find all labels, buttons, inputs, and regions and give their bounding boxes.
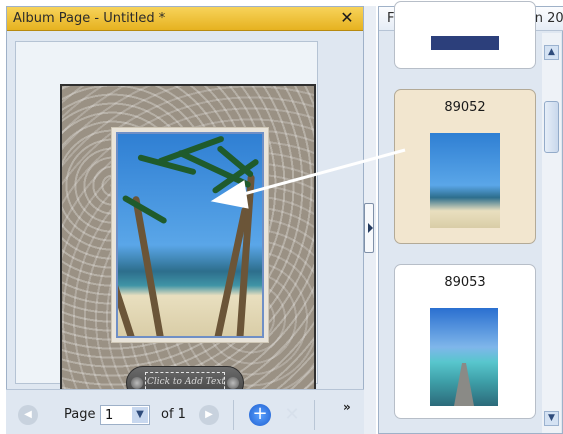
tile-id: 89052 xyxy=(444,100,486,115)
caption-placeholder: Click to Add Text xyxy=(146,377,226,387)
folder-tile[interactable]: 89053 xyxy=(394,264,536,419)
scroll-down-icon[interactable]: ▼ xyxy=(544,411,559,426)
panel-splitter[interactable] xyxy=(364,6,376,434)
next-page-icon[interactable]: ▶ xyxy=(199,405,219,425)
album-page-panel: Album Page - Untitled * ✕ Click to Add T… xyxy=(6,6,364,434)
previous-page-icon[interactable]: ◀ xyxy=(18,405,38,425)
page-count-label: of 1 xyxy=(161,407,186,422)
album-photo-palm-beach[interactable] xyxy=(116,132,264,338)
thumbnail-image xyxy=(430,308,498,406)
palm-frond xyxy=(121,194,168,225)
palm-trunk xyxy=(118,233,137,336)
scrollbar-thumb[interactable] xyxy=(544,101,559,153)
album-canvas: Click to Add Text xyxy=(15,41,318,420)
album-page[interactable]: Click to Add Text xyxy=(60,84,316,420)
chevron-down-icon[interactable]: ▼ xyxy=(132,407,148,423)
thumbnail-image xyxy=(430,133,500,228)
page-label: Page xyxy=(64,407,96,422)
tile-id: 89053 xyxy=(444,275,486,290)
rivet-icon xyxy=(227,377,239,389)
toolbar-divider xyxy=(314,400,315,430)
folder-scrollbar[interactable]: ▲ ▼ xyxy=(542,33,561,433)
album-page-header: Album Page - Untitled * ✕ xyxy=(7,7,363,31)
folder-tile[interactable] xyxy=(394,1,536,69)
rivet-icon xyxy=(131,377,143,389)
folder-tile-selected[interactable]: 89052 xyxy=(394,89,536,244)
add-page-icon[interactable]: + xyxy=(249,404,271,426)
page-number-select[interactable]: 1 ▼ xyxy=(100,405,150,425)
pier-shape xyxy=(454,363,474,406)
app-window: Album Page - Untitled * ✕ Click to Add T… xyxy=(0,0,563,434)
splitter-toggle-button[interactable] xyxy=(364,203,374,253)
scroll-up-icon[interactable]: ▲ xyxy=(544,45,559,60)
folder-panel: Folder - Winter Vacation 20 89052 89053 … xyxy=(378,1,563,434)
page-number-value: 1 xyxy=(105,408,114,423)
album-page-title: Album Page - Untitled * xyxy=(13,11,166,26)
thumbnail-image xyxy=(431,36,499,50)
close-icon[interactable]: ✕ xyxy=(339,9,355,27)
chevron-right-icon xyxy=(368,223,373,233)
more-options-icon[interactable]: » xyxy=(343,400,351,414)
toolbar-divider xyxy=(233,400,234,430)
remove-page-icon[interactable]: ✕ xyxy=(283,404,301,426)
page-toolbar: ◀ Page 1 ▼ of 1 ▶ + ✕ » xyxy=(6,389,364,434)
palm-trunk xyxy=(236,174,255,336)
photo-frame[interactable] xyxy=(111,127,269,343)
